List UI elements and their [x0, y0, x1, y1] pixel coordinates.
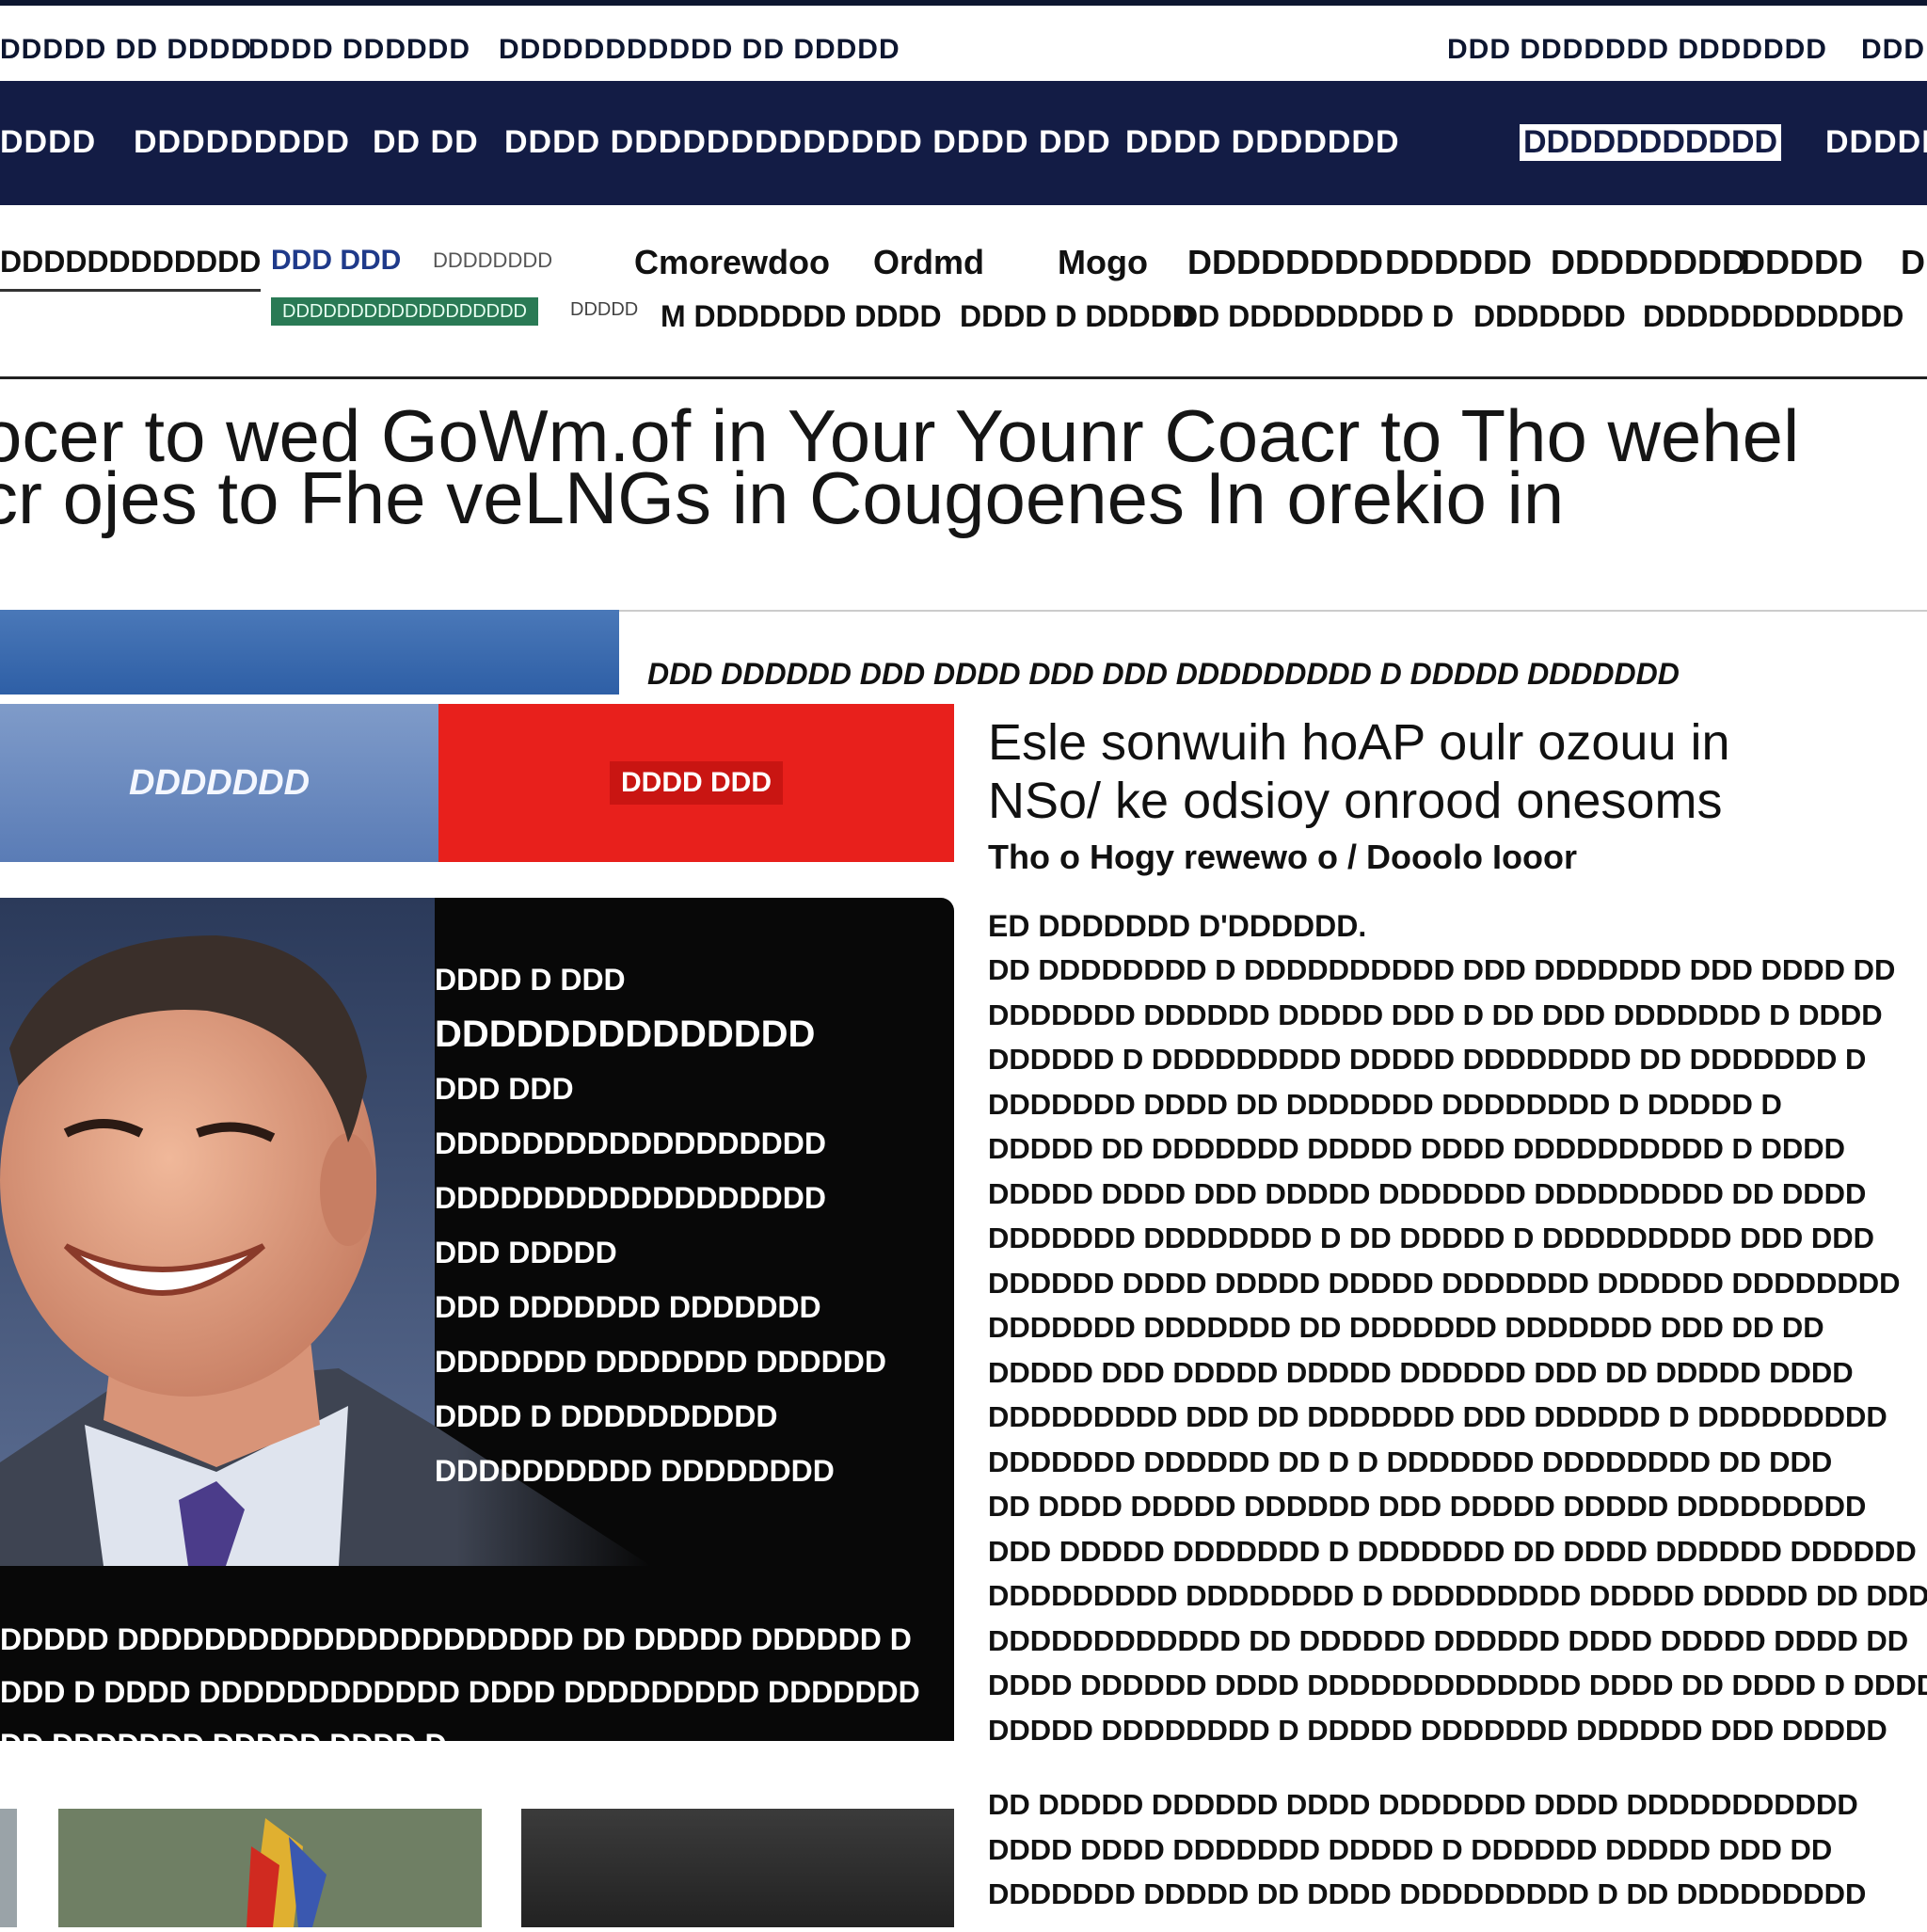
article-kicker[interactable]: DDD DDDDDD DDD DDDD DDD DDD DDDDDDDDD D … — [647, 657, 1680, 692]
nav-item-5[interactable]: DDDD DDDDDDD — [1125, 124, 1400, 161]
subnav-link-2[interactable]: Ordmd — [873, 243, 984, 282]
card-line-10: DDDDDDDDDD DDDDDDDD — [435, 1454, 835, 1488]
utility-link-2[interactable]: DDDD DDDDDD — [248, 34, 470, 66]
edition-date: DDDDDDDD — [433, 248, 553, 272]
utility-link-right-1[interactable]: DDD DDDDDDD DDDDDDD — [1447, 34, 1827, 66]
para1-line: DDDDDDDDD DDDDDDDD D DDDDDDDDD DDDDD DDD… — [988, 1579, 1927, 1612]
para1-line: DDDDDDDDD DDD DD DDDDDDD DDD DDDDDD D DD… — [988, 1400, 1887, 1433]
card-line-7: DDD DDDDDDD DDDDDDD — [435, 1290, 821, 1324]
para1-line: DDDDD DD DDDDDDD DDDDD DDDD DDDDDDDDDD D… — [988, 1132, 1846, 1165]
caption-line-3: DD DDDDDDD DDDDD DDDD D — [0, 1728, 447, 1762]
subnav-link-1[interactable]: Cmorewdoo — [634, 243, 830, 282]
blue-banner — [0, 610, 619, 695]
thumbnail-3[interactable] — [521, 1809, 954, 1927]
nav-item-4[interactable]: DDDD DDDDDDDDDDDDD DDDD DDD — [504, 124, 1111, 161]
article-paragraph-1: DD DDDDDDDD D DDDDDDDDDD DDD DDDDDDD DDD… — [988, 948, 1927, 1752]
subnav-row2-link-1[interactable]: M DDDDDDD DDDD — [661, 299, 942, 334]
section-button-blue-label: DDDDDDD — [128, 762, 311, 803]
ticker-label: DDDDD — [570, 299, 639, 320]
feature-card-caption: DDDDD DDDDDDDDDDDDDDDDDDDDD DD DDDDD DDD… — [0, 1613, 941, 1771]
card-line-4: DDDDDDDDDDDDDDDDDD — [435, 1126, 826, 1160]
nav-item-last[interactable]: DDDDD — [1825, 124, 1927, 161]
caption-line-2: DDD D DDDD DDDDDDDDDDDD DDDD DDDDDDDDD D… — [0, 1675, 920, 1709]
card-line-2: DDDDDDDDDDDDDD — [435, 1014, 816, 1055]
thumbnail-2[interactable] — [58, 1809, 482, 1927]
para1-line: DDDDDD D DDDDDDDDD DDDDD DDDDDDDD DD DDD… — [988, 1043, 1867, 1076]
kicker-row: DDD DDDDDD DDD DDDD DDD DDD DDDDDDDDD D … — [619, 610, 1927, 696]
article-byline[interactable]: ED DDDDDDD D'DDDDDD. — [988, 909, 1927, 944]
subnav-link-6[interactable]: DDDDDDDD — [1551, 243, 1746, 282]
card-line-5: DDDDDDDDDDDDDDDDDD — [435, 1181, 826, 1215]
para1-line: DDD DDDDD DDDDDDD D DDDDDDD DD DDDD DDDD… — [988, 1534, 1917, 1568]
feature-card-text: DDDD D DDD DDDDDDDDDDDDDD DDD DDD DDDDDD… — [435, 952, 933, 1498]
para1-line: DDDDDD DDDD DDDDD DDDDD DDDDDDD DDDDDD D… — [988, 1266, 1901, 1300]
para1-line: DDDDD DDD DDDDD DDDDD DDDDDD DDD DD DDDD… — [988, 1355, 1854, 1389]
nav-item-highlighted[interactable]: DDDDDDDDDDD — [1520, 124, 1782, 161]
article-title[interactable]: Esle sonwuih hoAP oulr ozouu in NSo/ ke … — [988, 713, 1927, 830]
utility-link-3[interactable]: DDDDDDDDDDD DD DDDDD — [499, 34, 900, 66]
nav-item-2[interactable]: DDDDDDDDD — [134, 124, 350, 161]
card-line-6: DDD DDDDD — [435, 1236, 617, 1269]
section-button-blue[interactable]: DDDDDDD — [0, 704, 438, 862]
nav-item-3[interactable]: DD DD — [373, 124, 479, 161]
para1-line: DD DDDD DDDDD DDDDDD DDD DDDDD DDDDD DDD… — [988, 1490, 1867, 1523]
subnav-link-3[interactable]: Mogo — [1058, 243, 1148, 282]
para2-line: DDDDDDD DDDDD DD DDDD DDDDDDDDD D DD DDD… — [988, 1877, 1867, 1910]
subnav-link-8[interactable]: D — [1901, 243, 1925, 282]
para1-line: DDDDD DDDDDDDD D DDDDD DDDDDDD DDDDDD DD… — [988, 1713, 1887, 1747]
card-line-3: DDD DDD — [435, 1072, 574, 1106]
para1-line: DDDDDDD DDDDDD DDDDD DDD D DD DDD DDDDDD… — [988, 998, 1883, 1031]
subnav-link-4[interactable]: DDDDDDDD — [1187, 243, 1383, 282]
utility-link-1[interactable]: DDDDD DD DDDD — [0, 34, 252, 66]
subnav-link-7[interactable]: DDDDD — [1741, 243, 1863, 282]
article-deck: Tho o Hogy rewewo o / Dooolo Iooor — [988, 838, 1577, 876]
article-title-line-2: NSo/ ke odsioy onrood onesoms — [988, 773, 1723, 829]
card-line-8: DDDDDDD DDDDDDD DDDDDD — [435, 1345, 886, 1379]
article-column: Esle sonwuih hoAP oulr ozouu in NSo/ ke … — [988, 713, 1927, 1917]
card-line-9: DDDD D DDDDDDDDDD — [435, 1399, 778, 1433]
nav-item-1[interactable]: DDDD — [0, 124, 96, 161]
main-navigation: DDDD DDDDDDDDD DD DD DDDD DDDDDDDDDDDDD … — [0, 81, 1927, 205]
para1-line: DD DDDDDDDD D DDDDDDDDDD DDD DDDDDDD DDD… — [988, 953, 1896, 986]
subnav-row2-link-3[interactable]: DD DDDDDDDDD D — [1176, 299, 1454, 334]
page-headline[interactable]: ocer to wed GoWm.of in Your Younr Coacr … — [0, 399, 1927, 535]
edition-label: DDD DDD — [271, 245, 402, 276]
subnav-link-5[interactable]: DDDDDD — [1385, 243, 1532, 282]
subnav-row2-link-2[interactable]: DDDD D DDDDD — [960, 299, 1194, 334]
para2-line: DDDD DDDD DDDDDDD DDDDD D DDDDDD DDDDD D… — [988, 1832, 1833, 1866]
thumbnail-1[interactable] — [0, 1809, 17, 1927]
article-title-line-1: Esle sonwuih hoAP oulr ozouu in — [988, 714, 1730, 771]
utility-bar: DDDDD DD DDDD DDDD DDDDDD DDDDDDDDDDD DD… — [0, 6, 1927, 81]
flag-photo — [58, 1809, 482, 1927]
live-button-red[interactable]: DDDD DDD — [438, 704, 954, 862]
para1-line: DDDDDDD DDDDDDDD D DD DDDDD D DDDDDDDDD … — [988, 1221, 1875, 1254]
utility-link-right-2[interactable]: DDD — [1861, 34, 1925, 66]
para1-line: DDDDDDD DDDDDD DD D D DDDDDDD DDDDDDDD D… — [988, 1445, 1833, 1478]
article-paragraph-2: DD DDDDD DDDDDD DDDD DDDDDDD DDDD DDDDDD… — [988, 1782, 1927, 1917]
caption-line-1: DDDDD DDDDDDDDDDDDDDDDDDDDD DD DDDDD DDD… — [0, 1622, 912, 1656]
sub-navigation: DDDDDDDDDDDD DDD DDD DDDDDDDD DDDDDDDDDD… — [0, 205, 1927, 379]
para2-line: DD DDDDD DDDDDD DDDD DDDDDDD DDDD DDDDDD… — [988, 1788, 1858, 1821]
subnav-row2-link-4[interactable]: DDDDDDD — [1473, 299, 1626, 334]
section-label[interactable]: DDDDDDDDDDDD — [0, 245, 262, 292]
card-line-1: DDDD D DDD — [435, 963, 626, 997]
para1-line: DDDD DDDDDD DDDD DDDDDDDDDDDDD DDDD DD D… — [988, 1669, 1927, 1701]
para1-line: DDDDDDD DDDD DD DDDDDDD DDDDDDDD D DDDDD… — [988, 1087, 1782, 1121]
para1-line: DDDDDDDDDDDD DD DDDDDD DDDDDD DDDD DDDDD… — [988, 1623, 1909, 1657]
subnav-row2-link-5[interactable]: DDDDDDDDDDDD — [1643, 299, 1903, 334]
feature-card[interactable]: DDDD D DDD DDDDDDDDDDDDDD DDD DDD DDDDDD… — [0, 898, 954, 1762]
ticker-banner[interactable]: DDDDDDDDDDDDDDDDDD — [271, 297, 538, 326]
live-button-red-label: DDDD DDD — [610, 761, 783, 805]
para1-line: DDDDD DDDD DDD DDDDD DDDDDDD DDDDDDDDD D… — [988, 1176, 1867, 1210]
para1-line: DDDDDDD DDDDDDD DD DDDDDDD DDDDDDD DDD D… — [988, 1311, 1824, 1344]
